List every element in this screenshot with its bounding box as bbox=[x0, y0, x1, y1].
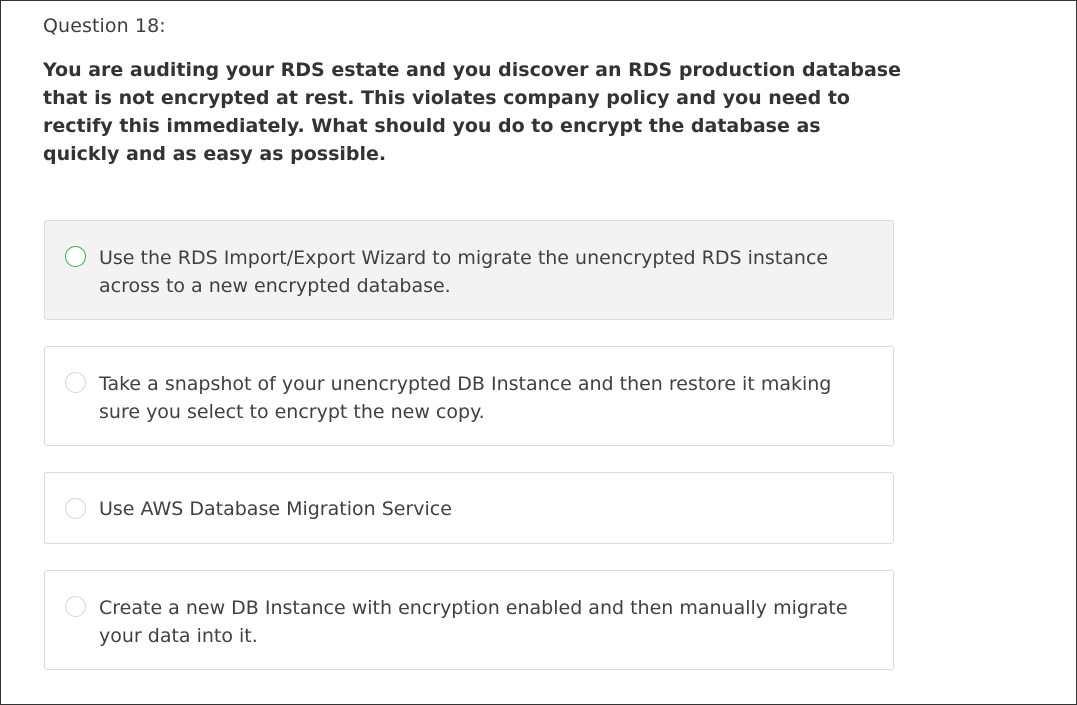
quiz-panel: Question 18: You are auditing your RDS e… bbox=[0, 0, 1077, 705]
answer-option-label: Use the RDS Import/Export Wizard to migr… bbox=[99, 247, 829, 297]
radio-button-icon[interactable] bbox=[65, 498, 86, 519]
answer-option-1[interactable]: Use the RDS Import/Export Wizard to migr… bbox=[44, 220, 894, 320]
radio-button-icon[interactable] bbox=[65, 246, 86, 267]
question-text: You are auditing your RDS estate and you… bbox=[43, 59, 901, 165]
question-number: Question 18: bbox=[43, 15, 166, 37]
answer-options: Use the RDS Import/Export Wizard to migr… bbox=[44, 220, 894, 696]
answer-option-4[interactable]: Create a new DB Instance with encryption… bbox=[44, 570, 894, 670]
radio-button-icon[interactable] bbox=[65, 596, 86, 617]
answer-option-3[interactable]: Use AWS Database Migration Service bbox=[44, 472, 894, 544]
answer-option-2[interactable]: Take a snapshot of your unencrypted DB I… bbox=[44, 346, 894, 446]
answer-option-label: Take a snapshot of your unencrypted DB I… bbox=[99, 373, 832, 423]
answer-option-label: Use AWS Database Migration Service bbox=[99, 498, 452, 520]
radio-button-icon[interactable] bbox=[65, 372, 86, 393]
answer-option-label: Create a new DB Instance with encryption… bbox=[99, 597, 848, 647]
